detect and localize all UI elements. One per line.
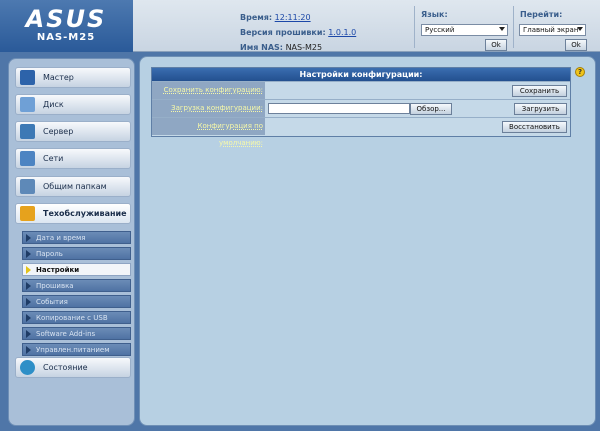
language-ok-button[interactable]: Ok xyxy=(485,39,507,51)
sidebar-item-server[interactable]: Сервер xyxy=(15,121,131,142)
config-settings-panel: Настройки конфигурации: Сохранить конфиг… xyxy=(151,67,571,147)
header-divider xyxy=(414,6,415,48)
goto-group: Перейти: xyxy=(520,10,562,19)
sidebar-item-disk[interactable]: Диск xyxy=(15,94,131,115)
language-group: Язык: xyxy=(421,10,448,19)
save-config-label: Сохранить конфигурацию: xyxy=(152,82,265,99)
sidebar-subitem-password[interactable]: Пароль xyxy=(22,247,131,260)
network-icon xyxy=(20,151,35,166)
help-icon[interactable]: ? xyxy=(575,67,585,77)
shared-folder-icon xyxy=(20,179,35,194)
sidebar-subitem-label: События xyxy=(36,298,68,306)
browse-button[interactable]: Обзор... xyxy=(410,103,452,115)
panel-title: Настройки конфигурации: xyxy=(152,68,570,81)
restore-button[interactable]: Восстановить xyxy=(502,121,567,133)
arrow-right-icon xyxy=(26,298,31,306)
upload-config-row: Загрузка конфигурации: Обзор... Загрузит… xyxy=(152,99,570,117)
sidebar-subitem-label: Software Add-ins xyxy=(36,330,96,338)
default-config-label-text: Конфигурация по умолчанию: xyxy=(197,122,263,147)
sidebar-item-label: Мастер xyxy=(43,73,74,82)
sidebar-item-network[interactable]: Сети xyxy=(15,148,131,169)
arrow-right-icon xyxy=(26,266,31,274)
header-divider xyxy=(513,6,514,48)
main-content: ? Настройки конфигурации: Сохранить конф… xyxy=(139,56,596,426)
goto-select[interactable]: Главный экран xyxy=(519,24,586,36)
sidebar-subitem-settings[interactable]: Настройки xyxy=(22,263,131,276)
language-label: Язык: xyxy=(421,10,448,19)
sidebar-item-label: Диск xyxy=(43,100,64,109)
nas-name-label: Имя NAS: xyxy=(240,43,284,52)
goto-label: Перейти: xyxy=(520,10,563,19)
default-config-row: Конфигурация по умолчанию: Восстановить xyxy=(152,117,570,147)
sidebar-item-label: Состояние xyxy=(43,363,88,372)
upload-button[interactable]: Загрузить xyxy=(514,103,567,115)
sidebar-item-shared-folders[interactable]: Общим папкам xyxy=(15,176,131,197)
arrow-right-icon xyxy=(26,314,31,322)
wizard-icon xyxy=(20,70,35,85)
sidebar-item-label: Техобслуживание xyxy=(43,209,127,218)
goto-ok-button[interactable]: Ok xyxy=(565,39,587,51)
sidebar-subitem-power-management[interactable]: Управлен.питанием xyxy=(22,343,131,356)
tools-icon xyxy=(20,206,35,221)
sidebar-subitem-software-addins[interactable]: Software Add-ins xyxy=(22,327,131,340)
sidebar-subitem-events[interactable]: События xyxy=(22,295,131,308)
save-button[interactable]: Сохранить xyxy=(512,85,567,97)
save-config-label-text: Сохранить конфигурацию: xyxy=(163,86,263,94)
sidebar-subitem-firmware[interactable]: Прошивка xyxy=(22,279,131,292)
sidebar: Мастер Диск Сервер Сети Общим папкам Тех… xyxy=(8,58,135,426)
firmware-link[interactable]: 1.0.1.0 xyxy=(328,28,356,37)
arrow-right-icon xyxy=(26,250,31,258)
sidebar-subitem-date-time[interactable]: Дата и время xyxy=(22,231,131,244)
arrow-right-icon xyxy=(26,330,31,338)
sidebar-item-label: Сети xyxy=(43,154,64,163)
sidebar-subitem-label: Прошивка xyxy=(36,282,74,290)
status-icon xyxy=(20,360,35,375)
config-file-input[interactable] xyxy=(268,103,410,114)
system-info: Время: 12:11:20 Версия прошивки: 1.0.1.0… xyxy=(240,10,356,55)
arrow-right-icon xyxy=(26,282,31,290)
firmware-label: Версия прошивки: xyxy=(240,28,326,37)
sidebar-subitem-usb-copy[interactable]: Копирование с USB xyxy=(22,311,131,324)
arrow-right-icon xyxy=(26,346,31,354)
chevron-down-icon xyxy=(577,27,583,31)
header: ASUS NAS-M25 Время: 12:11:20 Версия прош… xyxy=(0,0,600,52)
disk-icon xyxy=(20,97,35,112)
default-config-label: Конфигурация по умолчанию: xyxy=(152,118,265,147)
language-select[interactable]: Русский xyxy=(421,24,508,36)
sidebar-subitem-label: Управлен.питанием xyxy=(36,346,110,354)
model-name: NAS-M25 xyxy=(36,32,96,43)
sidebar-item-label: Сервер xyxy=(43,127,74,136)
language-selected-value: Русский xyxy=(425,26,455,34)
sidebar-subitem-label: Копирование с USB xyxy=(36,314,108,322)
server-icon xyxy=(20,124,35,139)
sidebar-subitem-label: Настройки xyxy=(36,266,80,274)
chevron-down-icon xyxy=(499,27,505,31)
arrow-right-icon xyxy=(26,234,31,242)
nas-name-value: NAS-M25 xyxy=(285,43,323,52)
sidebar-subitem-label: Пароль xyxy=(36,250,63,258)
sidebar-subitem-label: Дата и время xyxy=(36,234,86,242)
save-config-row: Сохранить конфигурацию: Сохранить xyxy=(152,81,570,99)
time-link[interactable]: 12:11:20 xyxy=(275,13,311,22)
time-label: Время: xyxy=(240,13,273,22)
sidebar-item-status[interactable]: Состояние xyxy=(15,357,131,378)
brand-block: ASUS NAS-M25 xyxy=(0,0,133,52)
asus-logo: ASUS xyxy=(25,5,107,33)
goto-selected-value: Главный экран xyxy=(523,26,579,34)
upload-config-label: Загрузка конфигурации: xyxy=(152,100,265,117)
upload-config-label-text: Загрузка конфигурации: xyxy=(171,104,263,112)
sidebar-item-label: Общим папкам xyxy=(43,182,107,191)
sidebar-item-wizard[interactable]: Мастер xyxy=(15,67,131,88)
sidebar-item-maintenance[interactable]: Техобслуживание xyxy=(15,203,131,224)
